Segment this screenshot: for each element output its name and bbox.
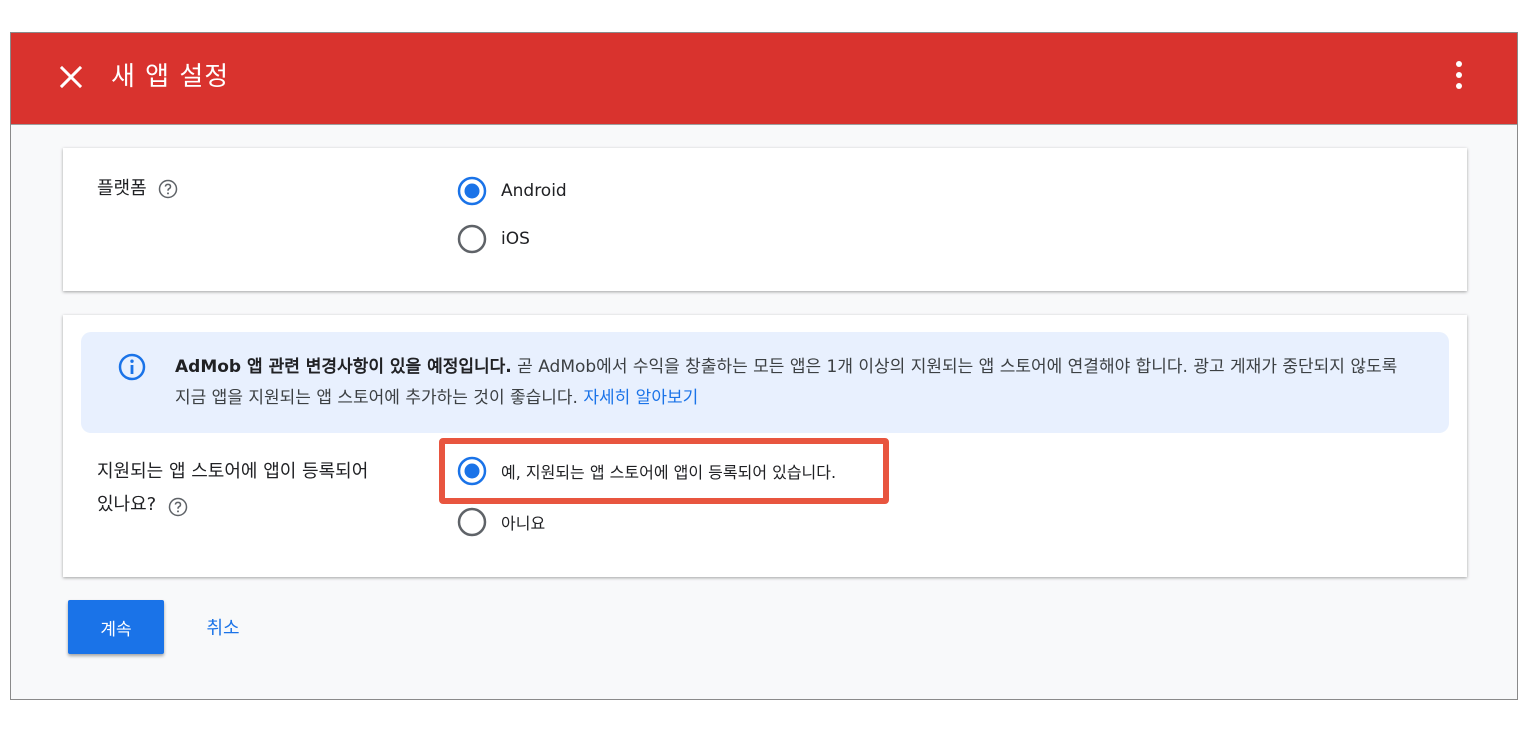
store-question-line2-row: 있나요? xyxy=(97,488,368,521)
platform-label: 플랫폼 xyxy=(97,178,147,199)
radio-ios[interactable]: iOS xyxy=(457,221,530,257)
info-icon xyxy=(117,352,147,382)
platform-label-row: 플랫폼 xyxy=(97,174,178,204)
store-question-line2: 있나요? xyxy=(97,494,157,515)
platform-card: 플랫폼 Android iOS xyxy=(63,148,1467,291)
radio-unselected-icon[interactable] xyxy=(457,224,487,254)
info-bold-text: AdMob 앱 관련 변경사항이 있을 예정입니다. xyxy=(175,357,512,377)
radio-label-android: Android xyxy=(501,181,567,201)
radio-yes-listed[interactable]: 예, 지원되는 앱 스토어에 앱이 등록되어 있습니다. xyxy=(457,453,836,489)
continue-button[interactable]: 계속 xyxy=(68,600,164,654)
cancel-button[interactable]: 취소 xyxy=(187,600,259,654)
dialog-frame: 새 앱 설정 플랫폼 Android iOS AdMob 앱 관련 변경사항이 … xyxy=(10,32,1518,700)
radio-no[interactable]: 아니요 xyxy=(457,504,545,540)
learn-more-link[interactable]: 자세히 알아보기 xyxy=(583,388,698,408)
radio-label-yes: 예, 지원되는 앱 스토어에 앱이 등록되어 있습니다. xyxy=(501,463,837,482)
more-vert-icon[interactable] xyxy=(1447,59,1471,91)
help-icon[interactable] xyxy=(158,179,178,199)
info-notice: AdMob 앱 관련 변경사항이 있을 예정입니다. 곧 AdMob에서 수익을… xyxy=(81,332,1449,433)
store-question-line1: 지원되는 앱 스토어에 앱이 등록되어 xyxy=(97,461,369,482)
radio-selected-icon[interactable] xyxy=(457,456,487,486)
radio-unselected-icon[interactable] xyxy=(457,507,487,537)
radio-label-no: 아니요 xyxy=(501,514,546,533)
store-question-label: 지원되는 앱 스토어에 앱이 등록되어 있나요? xyxy=(97,455,368,521)
page-title: 새 앱 설정 xyxy=(111,62,230,92)
radio-label-ios: iOS xyxy=(501,229,530,249)
help-icon[interactable] xyxy=(168,495,188,517)
radio-android[interactable]: Android xyxy=(457,173,567,209)
close-icon[interactable] xyxy=(57,63,85,91)
app-bar: 새 앱 설정 xyxy=(11,33,1517,125)
app-store-card: AdMob 앱 관련 변경사항이 있을 예정입니다. 곧 AdMob에서 수익을… xyxy=(63,315,1467,577)
info-text: AdMob 앱 관련 변경사항이 있을 예정입니다. 곧 AdMob에서 수익을… xyxy=(175,352,1415,414)
radio-selected-icon[interactable] xyxy=(457,176,487,206)
